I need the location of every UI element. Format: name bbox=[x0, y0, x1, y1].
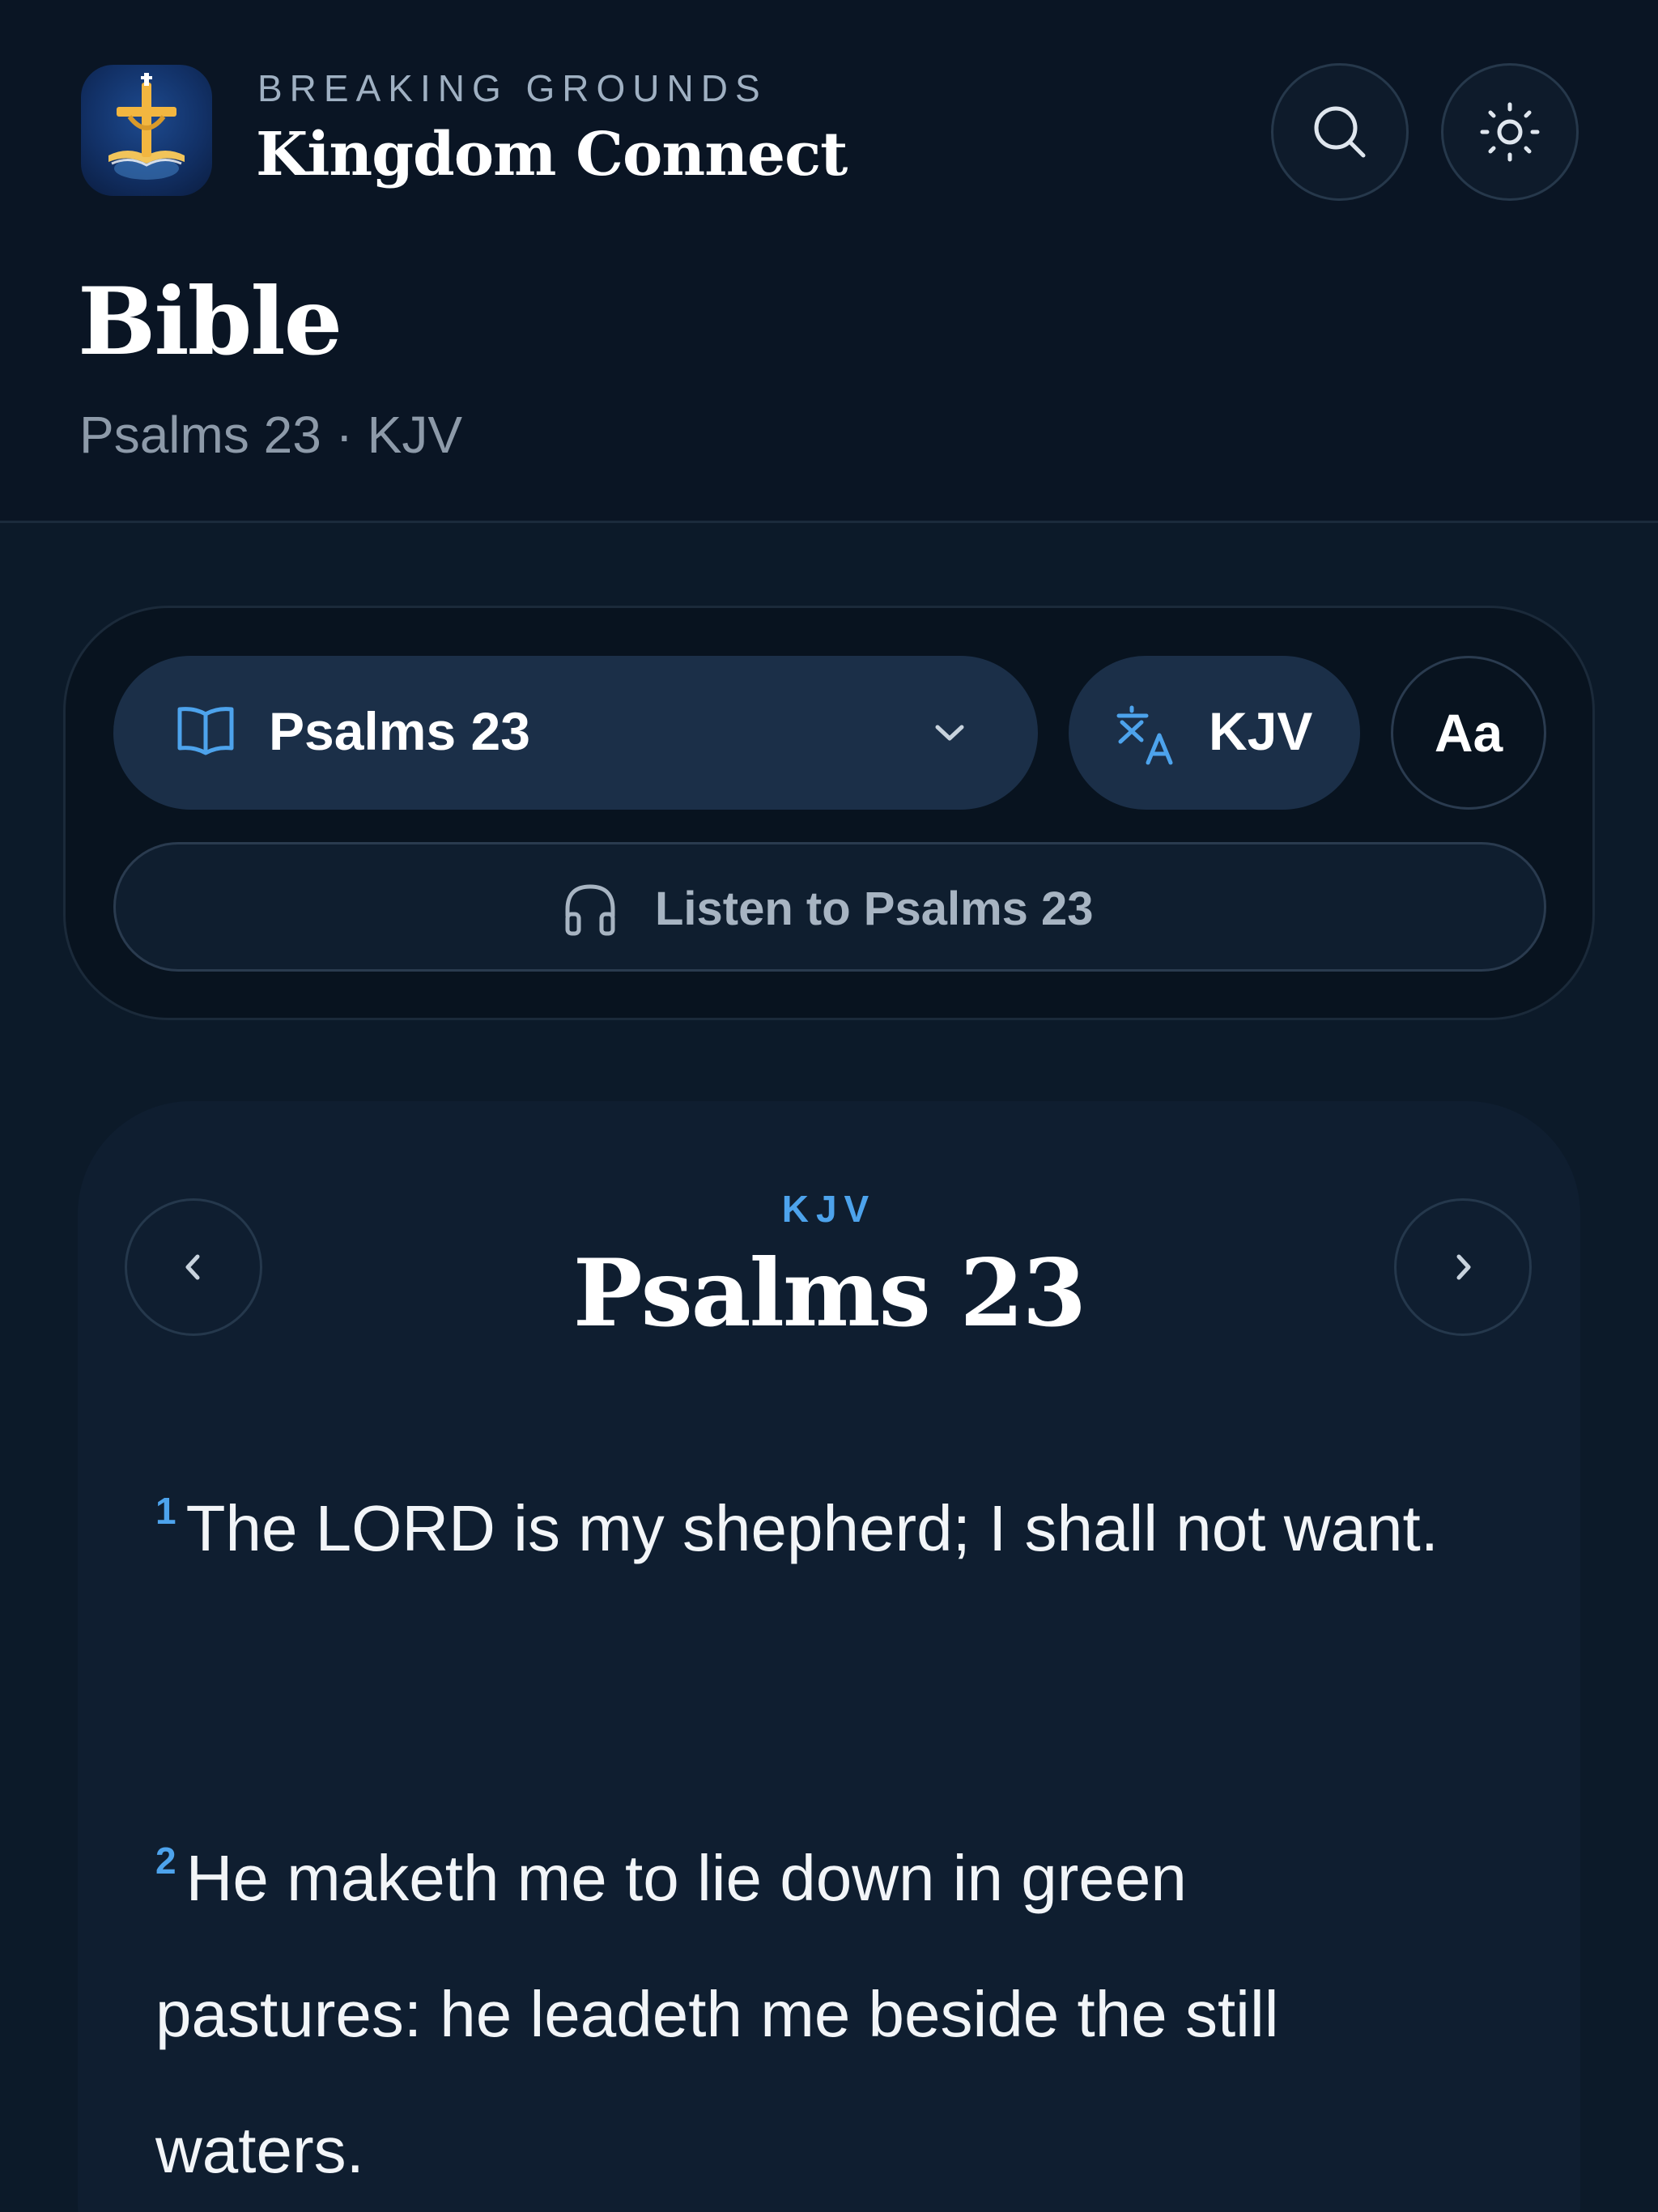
book-select-label: Psalms 23 bbox=[269, 701, 530, 761]
verse[interactable]: 2 He maketh me to lie down in green pastu… bbox=[155, 1810, 1451, 2212]
verse[interactable]: 1 The LORD is my shepherd; I shall not wa… bbox=[155, 1461, 1451, 1597]
verse-number: 2 bbox=[155, 1840, 176, 1882]
listen-label: Listen to Psalms 23 bbox=[655, 883, 1094, 935]
translation-button[interactable]: KJV bbox=[1069, 656, 1360, 810]
app-name: Kingdom Connect bbox=[256, 120, 848, 189]
cross-book-logo-icon bbox=[108, 73, 185, 180]
headphones-icon bbox=[565, 884, 615, 936]
translation-label: KJV bbox=[1209, 701, 1313, 761]
translate-icon bbox=[1116, 705, 1173, 765]
verse-number: 1 bbox=[155, 1490, 176, 1532]
verse-text: He maketh me to lie down in green pastur… bbox=[155, 1842, 1279, 2186]
app-logo[interactable] bbox=[81, 65, 212, 196]
listen-button[interactable]: Listen to Psalms 23 bbox=[113, 842, 1546, 972]
verse-text: The LORD is my shepherd; I shall not wan… bbox=[185, 1492, 1439, 1564]
sun-icon bbox=[1480, 102, 1540, 162]
search-button[interactable] bbox=[1271, 63, 1409, 201]
open-book-icon bbox=[177, 707, 234, 755]
chapter-title: Psalms 23 bbox=[572, 1239, 1086, 1347]
theme-toggle-button[interactable] bbox=[1441, 63, 1579, 201]
book-chapter-select[interactable]: Psalms 23 bbox=[113, 656, 1038, 810]
chevron-down-icon bbox=[935, 725, 964, 741]
brand-eyebrow: BREAKING GROUNDS bbox=[257, 67, 767, 109]
font-size-button[interactable]: Aa bbox=[1391, 656, 1546, 810]
app-header: BREAKING GROUNDS Kingdom Connect Bible P… bbox=[0, 0, 1658, 523]
page-subtitle: Psalms 23 · KJV bbox=[79, 406, 463, 464]
chapter-translation: KJV bbox=[781, 1188, 877, 1230]
bible-screen: BREAKING GROUNDS Kingdom Connect Bible P… bbox=[0, 0, 1658, 2212]
page-title: Bible bbox=[78, 267, 342, 376]
search-icon bbox=[1314, 106, 1366, 158]
